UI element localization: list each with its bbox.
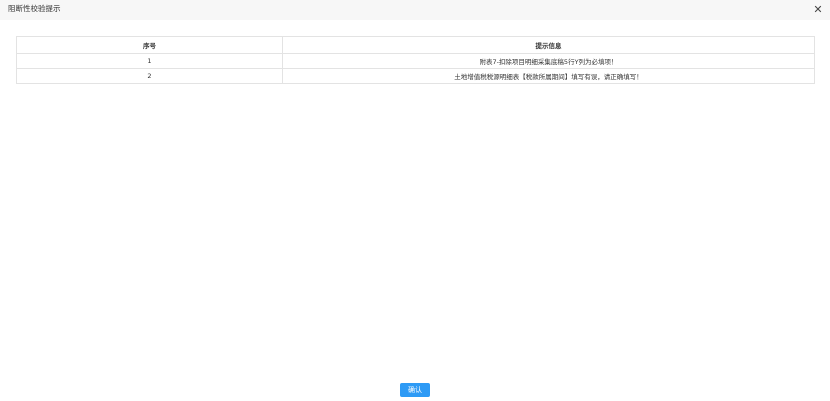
confirm-button[interactable]: 确认 — [400, 383, 430, 397]
row-index: 2 — [16, 68, 283, 84]
dialog-titlebar: 阻断性校验提示 ✕ — [0, 0, 830, 20]
column-header-index: 序号 — [16, 36, 283, 54]
table-row: 2 土地增值税税源明细表【税款所属期间】填写有误，请正确填写！ — [16, 68, 815, 84]
table-header-row: 序号 提示信息 — [16, 36, 815, 54]
column-header-message: 提示信息 — [282, 36, 815, 54]
row-message: 土地增值税税源明细表【税款所属期间】填写有误，请正确填写！ — [282, 68, 815, 84]
row-index: 1 — [16, 53, 283, 69]
message-table: 序号 提示信息 1 附表7-扣除项目明细采集底稿5行Y列为必填项！ 2 土地增值… — [16, 36, 815, 84]
dialog-title: 阻断性校验提示 — [8, 4, 61, 13]
validation-dialog: 阻断性校验提示 ✕ 序号 提示信息 1 附表7-扣除项目明细采集底稿5行Y列为必… — [0, 0, 830, 401]
row-message: 附表7-扣除项目明细采集底稿5行Y列为必填项！ — [282, 53, 815, 69]
table-row: 1 附表7-扣除项目明细采集底稿5行Y列为必填项！ — [16, 53, 815, 69]
close-icon[interactable]: ✕ — [812, 4, 824, 16]
